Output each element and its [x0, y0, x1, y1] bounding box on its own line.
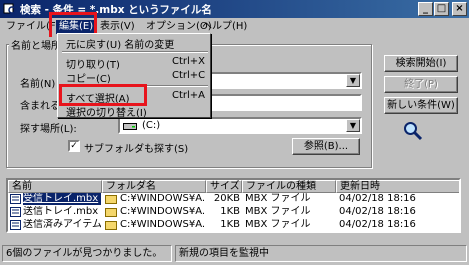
name-label: 名前(N): [20, 79, 56, 90]
folder-icon: [105, 208, 117, 217]
column-header-modified[interactable]: 更新日時: [336, 180, 459, 193]
column-header-folder[interactable]: フォルダ名: [102, 180, 206, 193]
menu-item-copy[interactable]: コピー(C) Ctrl+C: [60, 69, 210, 85]
close-button[interactable]: ×: [452, 2, 467, 16]
status-left: 6個のファイルが見つかりました。: [2, 245, 172, 262]
group-label: 名前と場所: [9, 37, 63, 52]
search-window-icon: [3, 3, 16, 14]
column-header-type[interactable]: ファイルの種類: [242, 180, 336, 193]
results-list[interactable]: 名前 フォルダ名 サイズ ファイルの種類 更新日時 受信トレイ.mbx C:¥W…: [6, 178, 461, 233]
new-search-button[interactable]: 新しい条件(W): [384, 97, 458, 114]
minimize-button[interactable]: _: [418, 2, 433, 16]
subfolder-label: サブフォルダも探す(S): [84, 144, 189, 155]
menu-view[interactable]: 表示(V): [100, 20, 135, 34]
content-label: 含まれる: [20, 101, 60, 112]
magnifier-icon: [404, 122, 423, 141]
drive-icon: [123, 123, 137, 130]
menu-separator: [62, 51, 208, 53]
chevron-down-icon[interactable]: ▼: [346, 74, 360, 87]
name-input[interactable]: ▼: [210, 72, 362, 89]
status-right: 新規の項目を監視中: [175, 245, 467, 262]
column-header-name[interactable]: 名前: [8, 180, 102, 193]
mbx-file-icon: [10, 194, 21, 204]
start-search-button[interactable]: 検索開始(I): [384, 55, 458, 72]
location-select[interactable]: (C:) ▼: [118, 117, 362, 134]
menu-help[interactable]: ヘルプ(H): [202, 20, 247, 34]
content-input[interactable]: [210, 94, 362, 111]
folder-icon: [105, 221, 117, 230]
menu-item-cut[interactable]: 切り取り(T) Ctrl+X: [60, 55, 210, 71]
maximize-button[interactable]: □: [434, 2, 449, 16]
mbx-file-icon: [10, 207, 21, 217]
chevron-down-icon[interactable]: ▼: [346, 119, 360, 132]
subfolder-checkbox[interactable]: ✓: [68, 140, 80, 152]
folder-icon: [105, 195, 117, 204]
location-label: 探す場所(L):: [20, 124, 77, 135]
highlight-select-all: [59, 84, 147, 106]
column-header-size[interactable]: サイズ: [206, 180, 242, 193]
browse-button[interactable]: 参照(B)...: [292, 138, 360, 155]
menu-item-undo[interactable]: 元に戻す(U) 名前の変更: [60, 35, 210, 51]
location-value: (C:): [142, 120, 161, 131]
stop-button[interactable]: 終了(P): [384, 76, 458, 93]
mbx-file-icon: [10, 220, 21, 230]
